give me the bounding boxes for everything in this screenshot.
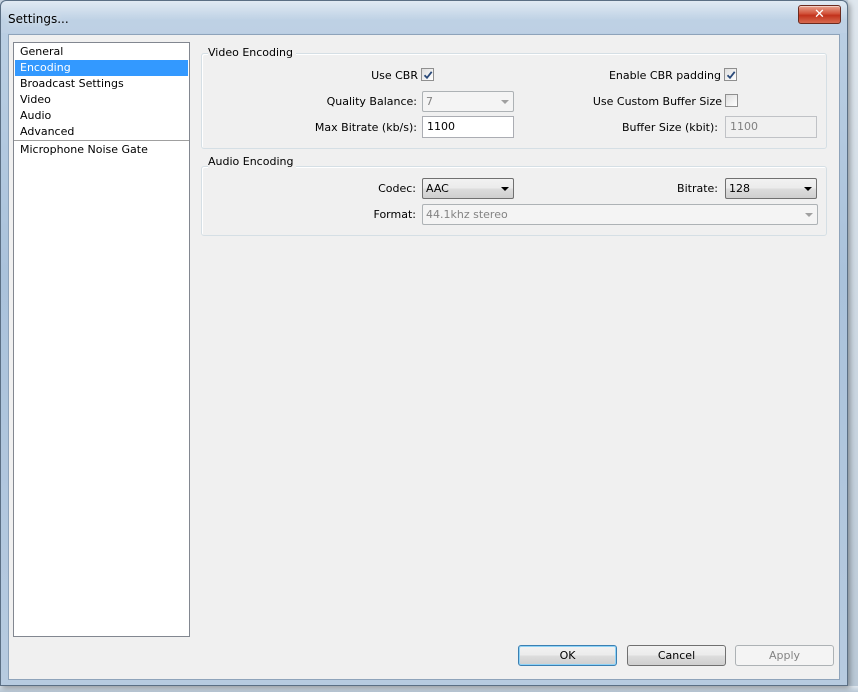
video-encoding-title: Video Encoding bbox=[208, 46, 297, 59]
nav-divider bbox=[14, 140, 189, 141]
settings-window: Settings... ✕ General Encoding Broadcast… bbox=[0, 0, 848, 686]
nav-item-broadcast-settings[interactable]: Broadcast Settings bbox=[15, 76, 188, 92]
audio-encoding-group bbox=[201, 166, 827, 236]
close-button[interactable]: ✕ bbox=[798, 5, 841, 24]
background-window bbox=[0, 686, 858, 692]
nav-item-video[interactable]: Video bbox=[15, 92, 188, 108]
quality-balance-value: 7 bbox=[426, 95, 433, 108]
background-window bbox=[848, 0, 858, 692]
window-title: Settings... bbox=[8, 12, 69, 26]
title-bar[interactable]: Settings... ✕ bbox=[1, 1, 847, 33]
bitrate-label: Bitrate: bbox=[677, 182, 718, 195]
quality-balance-combo[interactable]: 7 bbox=[422, 91, 514, 112]
close-icon: ✕ bbox=[814, 7, 825, 22]
enable-cbr-padding-label: Enable CBR padding bbox=[608, 69, 721, 82]
apply-button[interactable]: Apply bbox=[735, 645, 834, 666]
chevron-down-icon bbox=[501, 187, 509, 191]
use-custom-buffer-label: Use Custom Buffer Size bbox=[592, 95, 722, 108]
checkmark-icon bbox=[423, 70, 432, 79]
format-select[interactable]: 44.1khz stereo bbox=[422, 204, 818, 225]
bitrate-select[interactable]: 128 bbox=[725, 178, 817, 199]
use-cbr-label: Use CBR bbox=[371, 69, 418, 82]
codec-label: Codec: bbox=[378, 182, 416, 195]
use-custom-buffer-checkbox[interactable] bbox=[725, 94, 738, 107]
buffer-size-label: Buffer Size (kbit): bbox=[622, 121, 718, 134]
chevron-down-icon bbox=[501, 100, 509, 104]
bitrate-value: 128 bbox=[729, 182, 750, 195]
dialog-client-area: General Encoding Broadcast Settings Vide… bbox=[8, 34, 840, 680]
chevron-down-icon bbox=[805, 213, 813, 217]
nav-item-general[interactable]: General bbox=[15, 44, 188, 60]
nav-item-microphone-noise-gate[interactable]: Microphone Noise Gate bbox=[15, 142, 188, 158]
cancel-button[interactable]: Cancel bbox=[627, 645, 726, 666]
audio-encoding-title: Audio Encoding bbox=[208, 155, 297, 168]
format-value: 44.1khz stereo bbox=[426, 208, 508, 221]
use-cbr-checkbox[interactable] bbox=[421, 68, 434, 81]
chevron-down-icon bbox=[804, 187, 812, 191]
max-bitrate-input[interactable]: 1100 bbox=[422, 116, 514, 138]
buffer-size-input[interactable]: 1100 bbox=[725, 116, 817, 138]
nav-item-advanced[interactable]: Advanced bbox=[15, 124, 188, 140]
nav-item-encoding[interactable]: Encoding bbox=[15, 60, 188, 76]
nav-item-audio[interactable]: Audio bbox=[15, 108, 188, 124]
ok-button[interactable]: OK bbox=[518, 645, 617, 666]
quality-balance-label: Quality Balance: bbox=[326, 95, 417, 108]
format-label: Format: bbox=[373, 208, 416, 221]
codec-value: AAC bbox=[426, 182, 449, 195]
codec-select[interactable]: AAC bbox=[422, 178, 514, 199]
checkmark-icon bbox=[726, 70, 735, 79]
max-bitrate-label: Max Bitrate (kb/s): bbox=[314, 121, 417, 134]
settings-category-list[interactable]: General Encoding Broadcast Settings Vide… bbox=[13, 42, 190, 637]
enable-cbr-padding-checkbox[interactable] bbox=[724, 68, 737, 81]
